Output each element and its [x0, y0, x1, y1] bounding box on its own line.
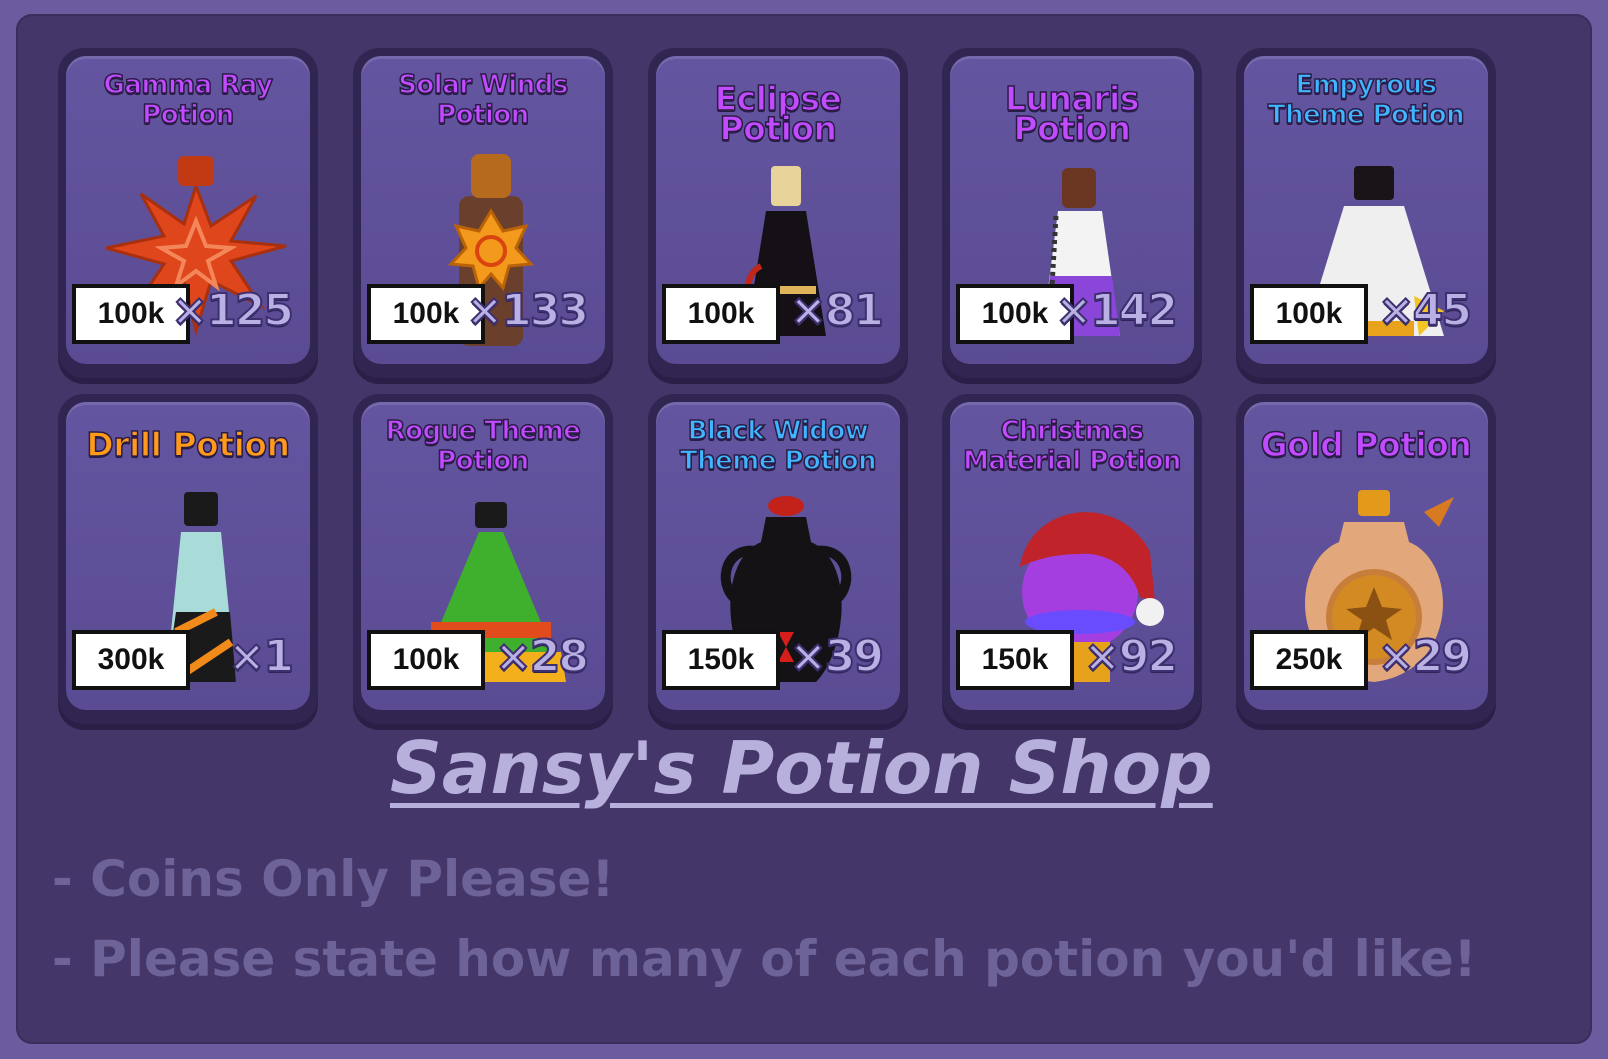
shop-note-coins: - Coins Only Please!	[52, 850, 615, 908]
potion-name: Christmas Material Potion	[962, 415, 1182, 477]
potion-name: Eclipse Potion	[714, 79, 843, 148]
potion-name: Black Widow Theme Potion	[679, 415, 877, 477]
shop-title: Sansy's Potion Shop	[390, 726, 1213, 810]
quantity: ×45	[1377, 284, 1473, 337]
potion-name: Lunaris Potion	[1004, 79, 1140, 148]
potion-card[interactable]: Empyrous Theme Potion 100k ×45	[1236, 48, 1496, 378]
price-tag: 300k	[72, 630, 190, 690]
potion-card[interactable]: Drill Potion 300k ×1	[58, 394, 318, 724]
potion-card[interactable]: Lunaris Potion 100k ×142	[942, 48, 1202, 378]
potion-name: Drill Potion	[86, 425, 291, 464]
quantity: ×39	[789, 630, 885, 683]
potion-name: Gold Potion	[1260, 425, 1473, 464]
potion-card[interactable]: Gold Potion 250k ×29	[1236, 394, 1496, 724]
price-tag: 150k	[956, 630, 1074, 690]
quantity: ×125	[170, 284, 295, 337]
potion-card[interactable]: Christmas Material Potion 150k ×92	[942, 394, 1202, 724]
potion-card[interactable]: Gamma Ray Potion 100k ×125	[58, 48, 318, 378]
price-tag: 100k	[367, 630, 485, 690]
potion-card[interactable]: Black Widow Theme Potion 150k ×39	[648, 394, 908, 724]
quantity: ×28	[494, 630, 590, 683]
potion-card[interactable]: Rogue Theme Potion 100k ×28	[353, 394, 613, 724]
potion-name: Gamma Ray Potion	[103, 69, 274, 131]
price-tag: 100k	[1250, 284, 1368, 344]
price-tag: 100k	[662, 284, 780, 344]
potion-name: Empyrous Theme Potion	[1267, 69, 1465, 131]
quantity: ×1	[228, 630, 296, 683]
quantity: ×142	[1054, 284, 1179, 337]
price-tag: 150k	[662, 630, 780, 690]
potion-name: Solar Winds Potion	[397, 69, 569, 131]
potion-card[interactable]: Solar Winds Potion 100k ×133	[353, 48, 613, 378]
quantity: ×29	[1377, 630, 1473, 683]
potion-card[interactable]: Eclipse Potion 100k ×81	[648, 48, 908, 378]
quantity: ×133	[465, 284, 590, 337]
price-tag: 250k	[1250, 630, 1368, 690]
potion-name: Rogue Theme Potion	[385, 415, 582, 477]
shop-note-quantity: - Please state how many of each potion y…	[52, 930, 1477, 988]
quantity: ×81	[789, 284, 885, 337]
quantity: ×92	[1083, 630, 1179, 683]
